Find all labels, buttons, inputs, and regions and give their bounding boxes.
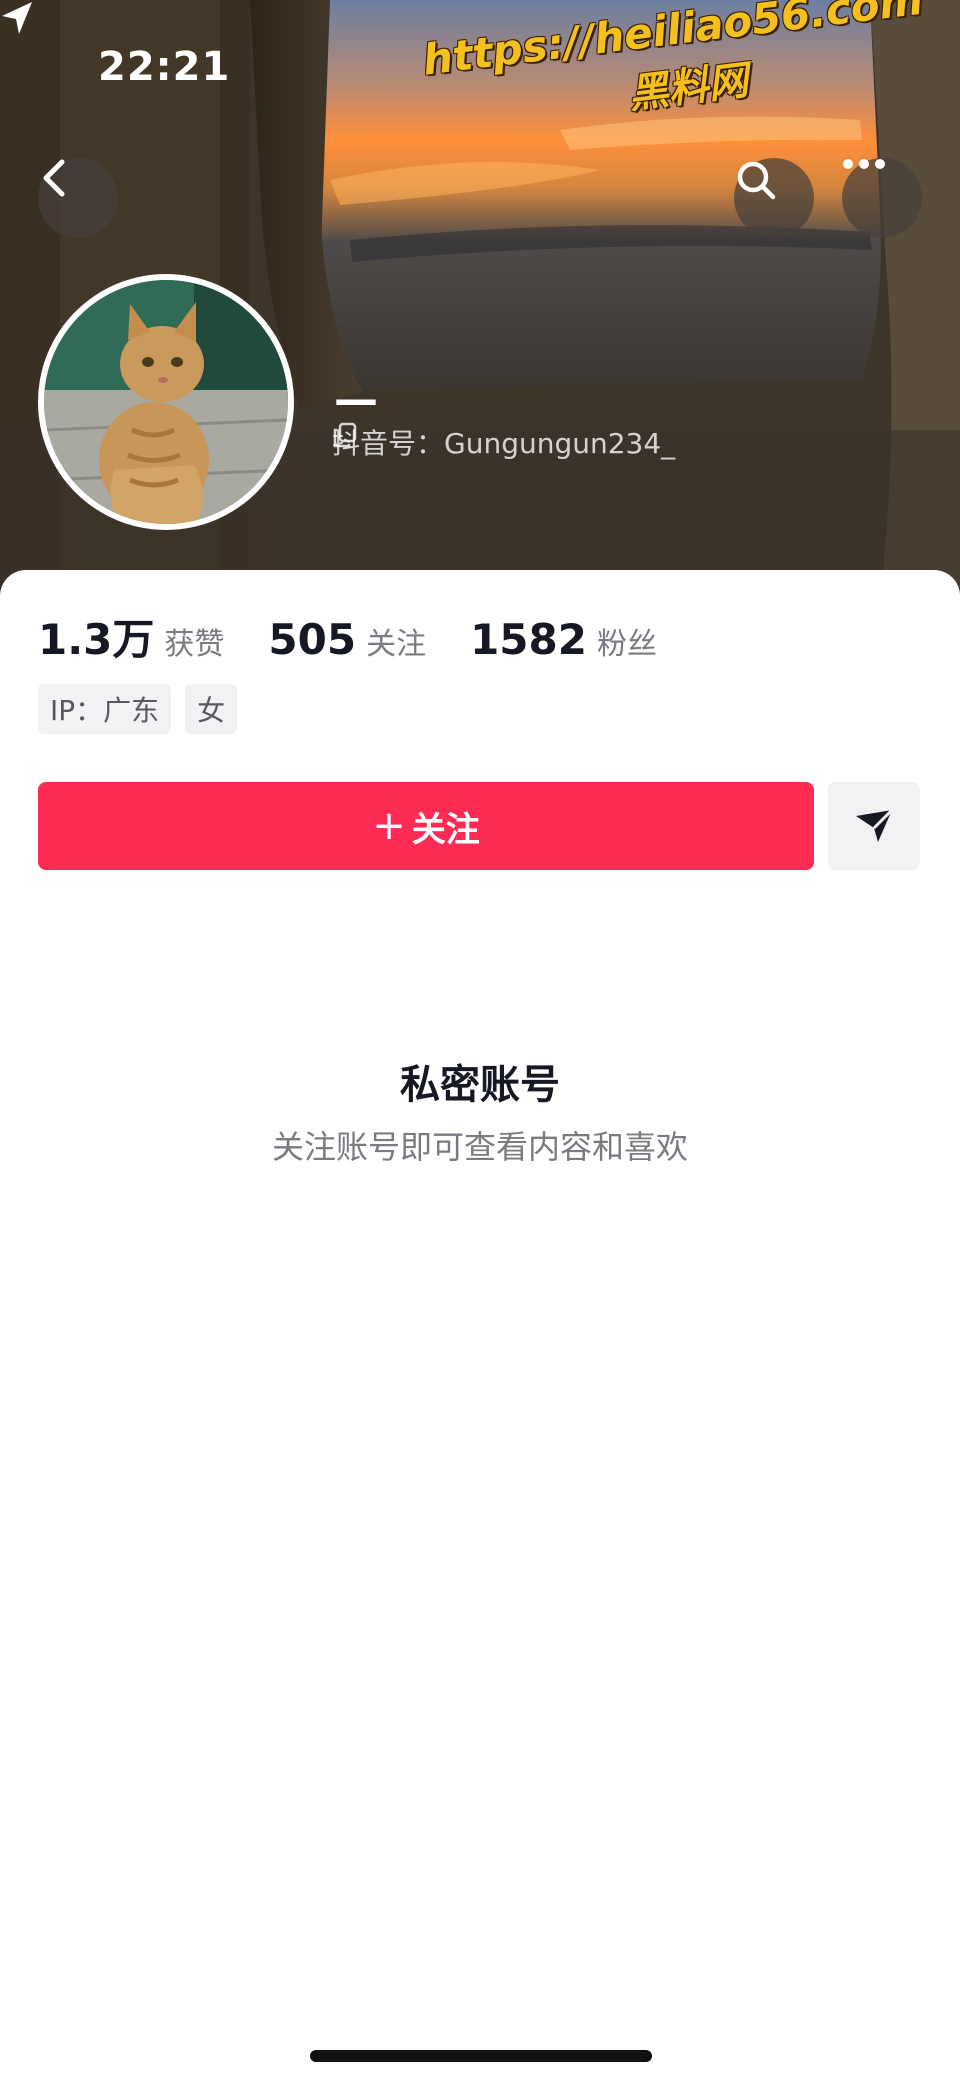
stat-label: 获赞 [164, 627, 225, 662]
stat-likes: 1.3万 获赞 [38, 606, 224, 667]
tag-gender: 女 [185, 684, 238, 734]
stat-value: 1582 [470, 615, 587, 664]
private-account-subtitle: 关注账号即可查看内容和喜欢 [271, 1128, 688, 1166]
follow-button[interactable]: + 关注 [38, 782, 814, 870]
send-icon [856, 808, 894, 842]
back-button[interactable] [38, 158, 118, 238]
location-arrow-icon [2, 2, 32, 34]
profile-cover: 22:21 https://heiliao56.com 黑料网 — 抖音号：Gu… [0, 0, 960, 600]
profile-stats: 1.3万 获赞 505 关注 1582 粉丝 [38, 606, 701, 667]
douyin-id[interactable]: 抖音号：Gungungun234_ [332, 422, 675, 462]
stat-following[interactable]: 505 关注 [268, 615, 426, 664]
more-dots-icon [843, 159, 885, 169]
private-account-title: 私密账号 [400, 1062, 560, 1108]
chevron-left-icon [43, 159, 65, 197]
stat-value: 505 [268, 615, 357, 664]
profile-tags: IP：广东 女 [38, 684, 238, 734]
profile-page: 22:21 https://heiliao56.com 黑料网 — 抖音号：Gu… [0, 0, 960, 2083]
cat-avatar-image [44, 280, 288, 524]
share-button[interactable] [828, 782, 920, 870]
plus-icon: + [372, 803, 406, 849]
search-icon [737, 161, 776, 200]
tag-ip-location: IP：广东 [38, 684, 172, 734]
stat-followers[interactable]: 1582 粉丝 [470, 615, 657, 664]
search-button[interactable] [734, 158, 814, 238]
status-time: 22:21 [98, 44, 231, 90]
follow-label: 关注 [411, 809, 480, 850]
stat-value: 1.3万 [38, 615, 155, 664]
home-indicator[interactable] [310, 2050, 652, 2062]
username: — [334, 374, 378, 425]
copy-icon[interactable] [332, 422, 358, 448]
stat-label: 粉丝 [596, 627, 657, 662]
avatar[interactable] [38, 274, 294, 530]
more-options-button[interactable] [842, 158, 922, 238]
profile-panel: 1.3万 获赞 505 关注 1582 粉丝 IP：广东 女 + 关注 私密账号… [0, 570, 960, 2083]
douyin-id-text: 抖音号：Gungungun234_ [332, 427, 676, 460]
stat-label: 关注 [366, 627, 427, 662]
